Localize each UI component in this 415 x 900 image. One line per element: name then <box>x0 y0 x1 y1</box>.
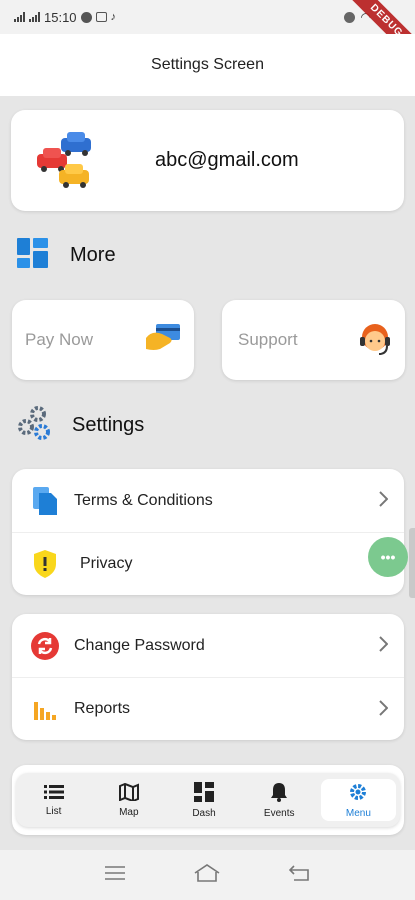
privacy-label: Privacy <box>80 555 133 572</box>
nav-map[interactable]: Map <box>91 773 166 827</box>
message-icon <box>80 11 92 23</box>
settings-gear-icon <box>348 782 368 805</box>
signal-icon-2 <box>29 12 40 22</box>
gears-icon <box>16 405 52 446</box>
menu-icon[interactable] <box>104 865 126 886</box>
pay-now-button[interactable]: Pay Now <box>12 300 194 380</box>
settings-group-2: Change Password Reports <box>12 614 404 740</box>
page-title: Settings Screen <box>151 56 264 73</box>
terms-label: Terms & Conditions <box>74 491 213 509</box>
support-button[interactable]: Support <box>222 300 405 380</box>
edge-panel-handle[interactable] <box>409 528 415 598</box>
reports-label: Reports <box>74 700 131 717</box>
cars-icon <box>33 126 109 196</box>
more-options-fab[interactable]: ••• <box>368 537 408 577</box>
more-section-header: More <box>16 236 116 275</box>
nav-list-label: List <box>45 805 62 817</box>
bell-icon <box>270 782 288 805</box>
signal-icon <box>14 12 25 22</box>
status-bar: 15:10 ♪ ◠ <box>0 0 415 34</box>
settings-title: Settings <box>72 414 145 436</box>
ellipsis-icon: ••• <box>380 549 396 565</box>
profile-email: abc@gmail.com <box>155 149 299 171</box>
dashboard-icon <box>194 781 214 805</box>
card-payment-icon <box>144 320 184 359</box>
image-icon <box>95 12 107 22</box>
settings-section-header: Settings <box>16 405 144 446</box>
nav-map-label: Map <box>119 806 139 818</box>
alarm-icon <box>343 11 355 23</box>
chevron-right-icon <box>378 636 389 657</box>
support-label: Support <box>238 330 298 349</box>
nav-events-label: Events <box>263 807 295 819</box>
chevron-right-icon <box>378 491 389 512</box>
nav-dash[interactable]: Dash <box>166 773 241 827</box>
system-navigation-bar <box>0 850 415 900</box>
chevron-right-icon <box>378 700 389 721</box>
home-icon[interactable] <box>193 863 221 888</box>
reports-row[interactable]: Reports <box>12 677 404 740</box>
change-password-row[interactable]: Change Password <box>12 614 404 677</box>
privacy-row[interactable]: Privacy <box>12 532 404 595</box>
nav-menu-label: Menu <box>345 807 371 819</box>
change-password-label: Change Password <box>74 636 205 654</box>
nav-events[interactable]: Events <box>242 773 317 827</box>
shield-icon <box>28 547 62 581</box>
bottom-navigation: List Map Dash Events Menu <box>16 773 400 827</box>
app-bar: Settings Screen <box>0 34 415 96</box>
settings-group-1: Terms & Conditions Privacy <box>12 469 404 595</box>
map-icon <box>118 782 139 804</box>
tiktok-icon: ♪ <box>110 11 117 23</box>
nav-dash-label: Dash <box>192 807 216 819</box>
bar-chart-icon <box>28 692 62 726</box>
status-left: 15:10 ♪ <box>14 10 116 25</box>
pay-now-label: Pay Now <box>25 330 94 349</box>
back-icon[interactable] <box>289 864 311 887</box>
status-time: 15:10 <box>44 9 77 25</box>
profile-card[interactable]: abc@gmail.com <box>11 110 404 211</box>
nav-menu[interactable]: Menu <box>320 779 397 821</box>
list-icon <box>43 784 64 803</box>
support-agent-icon <box>355 320 395 365</box>
nav-list[interactable]: List <box>16 773 91 827</box>
refresh-icon <box>28 629 62 663</box>
dashboard-grid-icon <box>16 236 50 275</box>
document-icon <box>28 484 62 518</box>
terms-conditions-row[interactable]: Terms & Conditions <box>12 469 404 532</box>
more-title: More <box>70 244 116 266</box>
